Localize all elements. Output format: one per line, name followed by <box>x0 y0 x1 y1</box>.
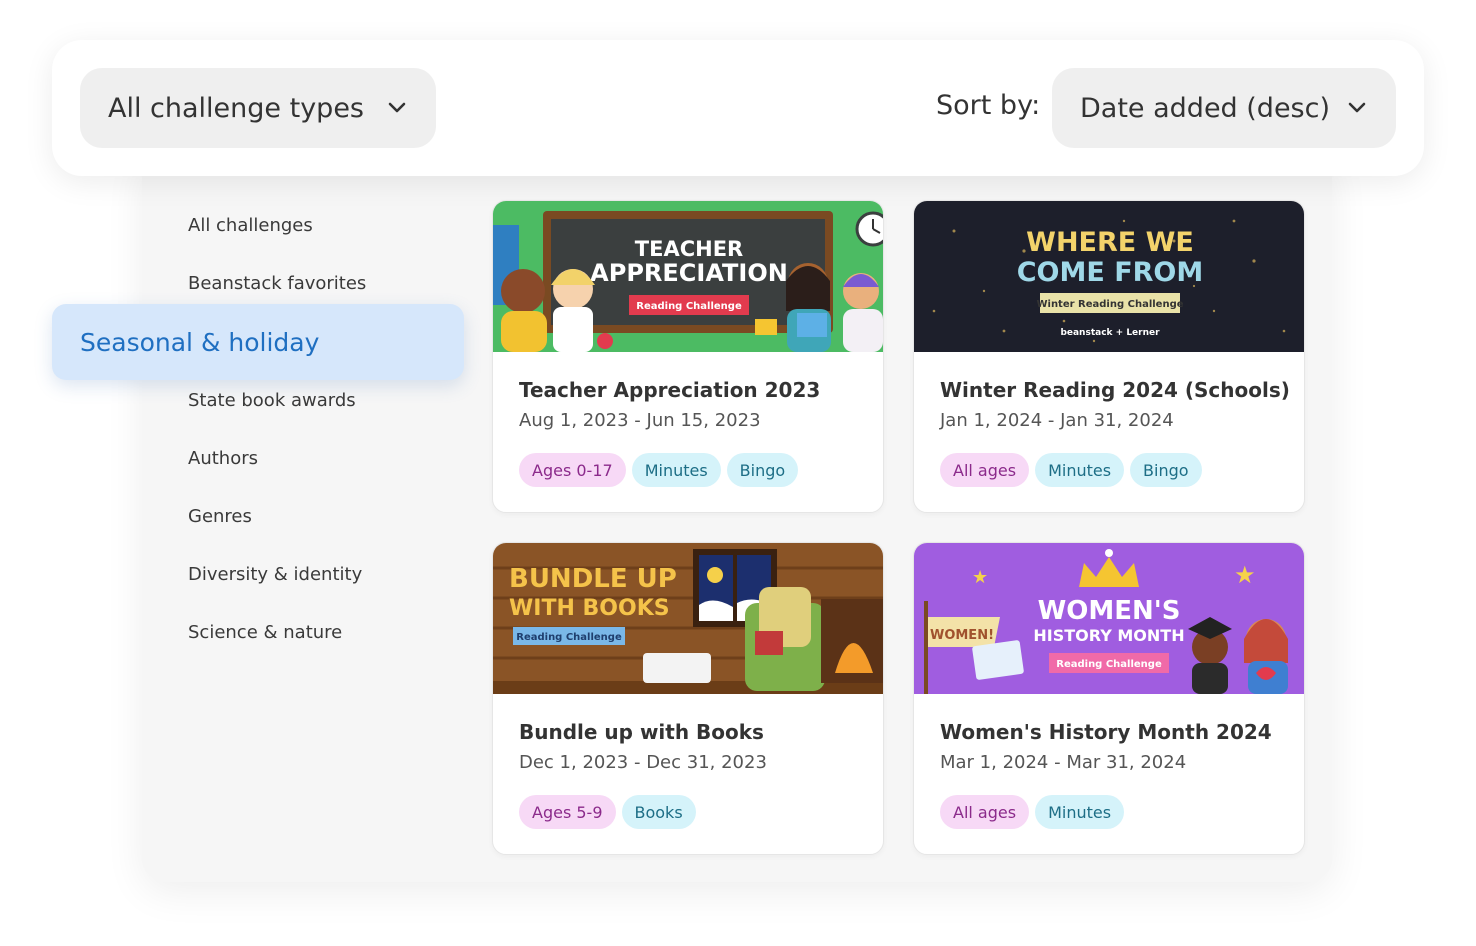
banner-line1: TEACHER <box>635 237 743 261</box>
challenge-banner-image: BUNDLE UP WITH BOOKS Reading Challenge <box>493 543 883 694</box>
banner-footer: beanstack + Lerner <box>1060 328 1160 338</box>
challenge-title: Winter Reading 2024 (Schools) <box>940 378 1290 402</box>
star-icon: ★ <box>972 567 988 588</box>
banner-line1: WOMEN'S <box>1038 596 1181 626</box>
banner-line2: HISTORY MONTH <box>1033 626 1184 645</box>
banner-ribbon: Reading Challenge <box>1056 659 1162 670</box>
sidebar-item-diversity-identity[interactable]: Diversity & identity <box>188 564 362 585</box>
banner-line2: COME FROM <box>1017 257 1204 288</box>
banner-ribbon: Winter Reading Challenge <box>1036 299 1183 310</box>
challenge-dates: Dec 1, 2023 - Dec 31, 2023 <box>519 752 767 773</box>
challenge-dates: Mar 1, 2024 - Mar 31, 2024 <box>940 752 1187 773</box>
sidebar-item-all-challenges[interactable]: All challenges <box>188 215 313 236</box>
challenge-title: Women's History Month 2024 <box>940 720 1272 744</box>
challenge-card[interactable]: ★ ★ WOMEN'S HISTORY MONTH Reading Challe… <box>913 542 1305 855</box>
banner-sign: WOMEN! <box>930 628 994 643</box>
challenge-type-select[interactable]: All challenge types <box>80 68 436 148</box>
challenge-tags: Ages 5-9 Books <box>519 795 696 829</box>
metric-tag: Minutes <box>1035 453 1125 487</box>
banner-line2: WITH BOOKS <box>509 596 670 621</box>
metric-tag: Books <box>621 795 696 829</box>
sidebar-item-state-book-awards[interactable]: State book awards <box>188 390 356 411</box>
challenge-card[interactable]: TEACHER APPRECIATION Reading Challenge T… <box>492 200 884 513</box>
challenge-type-value: All challenge types <box>108 92 364 124</box>
banner-line1: BUNDLE UP <box>509 564 677 594</box>
chevron-down-icon <box>1346 97 1368 119</box>
sidebar-item-genres[interactable]: Genres <box>188 506 252 527</box>
banner-ribbon: Reading Challenge <box>516 632 622 643</box>
sidebar-item-authors[interactable]: Authors <box>188 448 258 469</box>
challenge-title: Teacher Appreciation 2023 <box>519 378 821 402</box>
banner-line1: WHERE WE <box>1026 227 1194 258</box>
age-tag: Ages 0-17 <box>519 453 626 487</box>
banner-line2: APPRECIATION <box>590 259 788 287</box>
challenge-tags: All ages Minutes Bingo <box>940 453 1202 487</box>
format-tag: Bingo <box>1130 453 1202 487</box>
age-tag: All ages <box>940 795 1030 829</box>
challenge-tags: Ages 0-17 Minutes Bingo <box>519 453 799 487</box>
challenge-banner-image: WHERE WE COME FROM Winter Reading Challe… <box>914 201 1304 352</box>
challenge-title: Bundle up with Books <box>519 720 764 744</box>
age-tag: Ages 5-9 <box>519 795 616 829</box>
filter-bar: All challenge types Sort by: Date added … <box>52 40 1424 176</box>
banner-ribbon: Reading Challenge <box>636 301 742 312</box>
sort-select[interactable]: Date added (desc) <box>1052 68 1396 148</box>
challenge-card[interactable]: BUNDLE UP WITH BOOKS Reading Challenge B… <box>492 542 884 855</box>
age-tag: All ages <box>940 453 1030 487</box>
sidebar-item-beanstack-favorites[interactable]: Beanstack favorites <box>188 273 366 294</box>
challenge-dates: Jan 1, 2024 - Jan 31, 2024 <box>940 410 1174 431</box>
metric-tag: Minutes <box>631 453 721 487</box>
metric-tag: Minutes <box>1035 795 1125 829</box>
star-icon: ★ <box>1234 561 1256 589</box>
chevron-down-icon <box>386 97 408 119</box>
sidebar-item-seasonal-holiday[interactable]: Seasonal & holiday <box>52 304 464 380</box>
sort-label: Sort by: <box>936 90 1041 121</box>
challenge-dates: Aug 1, 2023 - Jun 15, 2023 <box>519 410 761 431</box>
challenge-banner-image: ★ ★ WOMEN'S HISTORY MONTH Reading Challe… <box>914 543 1304 694</box>
sidebar-item-science-nature[interactable]: Science & nature <box>188 622 342 643</box>
sort-value: Date added (desc) <box>1080 92 1331 124</box>
challenge-banner-image: TEACHER APPRECIATION Reading Challenge <box>493 201 883 352</box>
challenge-tags: All ages Minutes <box>940 795 1125 829</box>
challenge-card[interactable]: WHERE WE COME FROM Winter Reading Challe… <box>913 200 1305 513</box>
format-tag: Bingo <box>726 453 799 487</box>
